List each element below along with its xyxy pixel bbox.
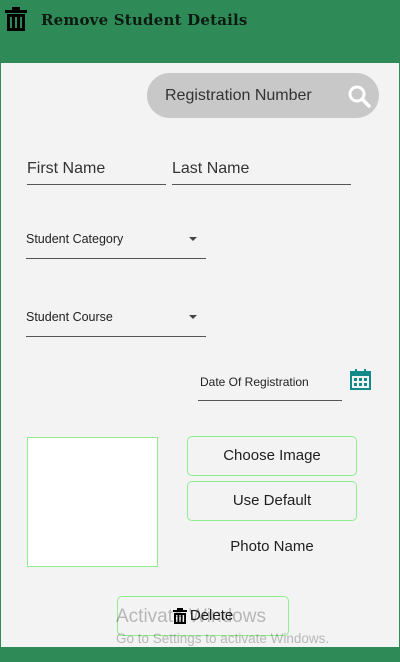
footer-bar (1, 647, 399, 661)
chevron-down-icon (189, 237, 197, 241)
search-icon[interactable] (347, 84, 371, 108)
date-of-registration-field[interactable]: Date Of Registration (200, 375, 309, 389)
student-course-label: Student Course (26, 310, 113, 324)
header-bar: Remove Student Details (1, 1, 399, 63)
photo-preview (27, 437, 158, 567)
trash-icon (5, 7, 27, 31)
chevron-down-icon (189, 315, 197, 319)
registration-search-input[interactable] (147, 73, 345, 118)
date-field-underline (198, 400, 342, 401)
page-title: Remove Student Details (41, 11, 248, 29)
photo-name-label: Photo Name (230, 538, 314, 555)
calendar-icon[interactable] (350, 369, 371, 390)
delete-button[interactable]: Delete (117, 596, 289, 636)
last-name-input[interactable] (172, 154, 351, 184)
window: Remove Student Details Student Category … (0, 0, 400, 662)
trash-icon (172, 607, 187, 624)
use-default-button[interactable]: Use Default (187, 481, 357, 521)
choose-image-button[interactable]: Choose Image (187, 436, 357, 476)
last-name-field (172, 154, 351, 185)
first-name-field (27, 154, 166, 185)
student-category-select[interactable]: Student Category (26, 232, 206, 259)
delete-label: Delete (189, 607, 234, 624)
first-name-input[interactable] (27, 154, 166, 184)
search-box (147, 73, 379, 118)
student-category-label: Student Category (26, 232, 124, 246)
student-course-select[interactable]: Student Course (26, 310, 206, 337)
